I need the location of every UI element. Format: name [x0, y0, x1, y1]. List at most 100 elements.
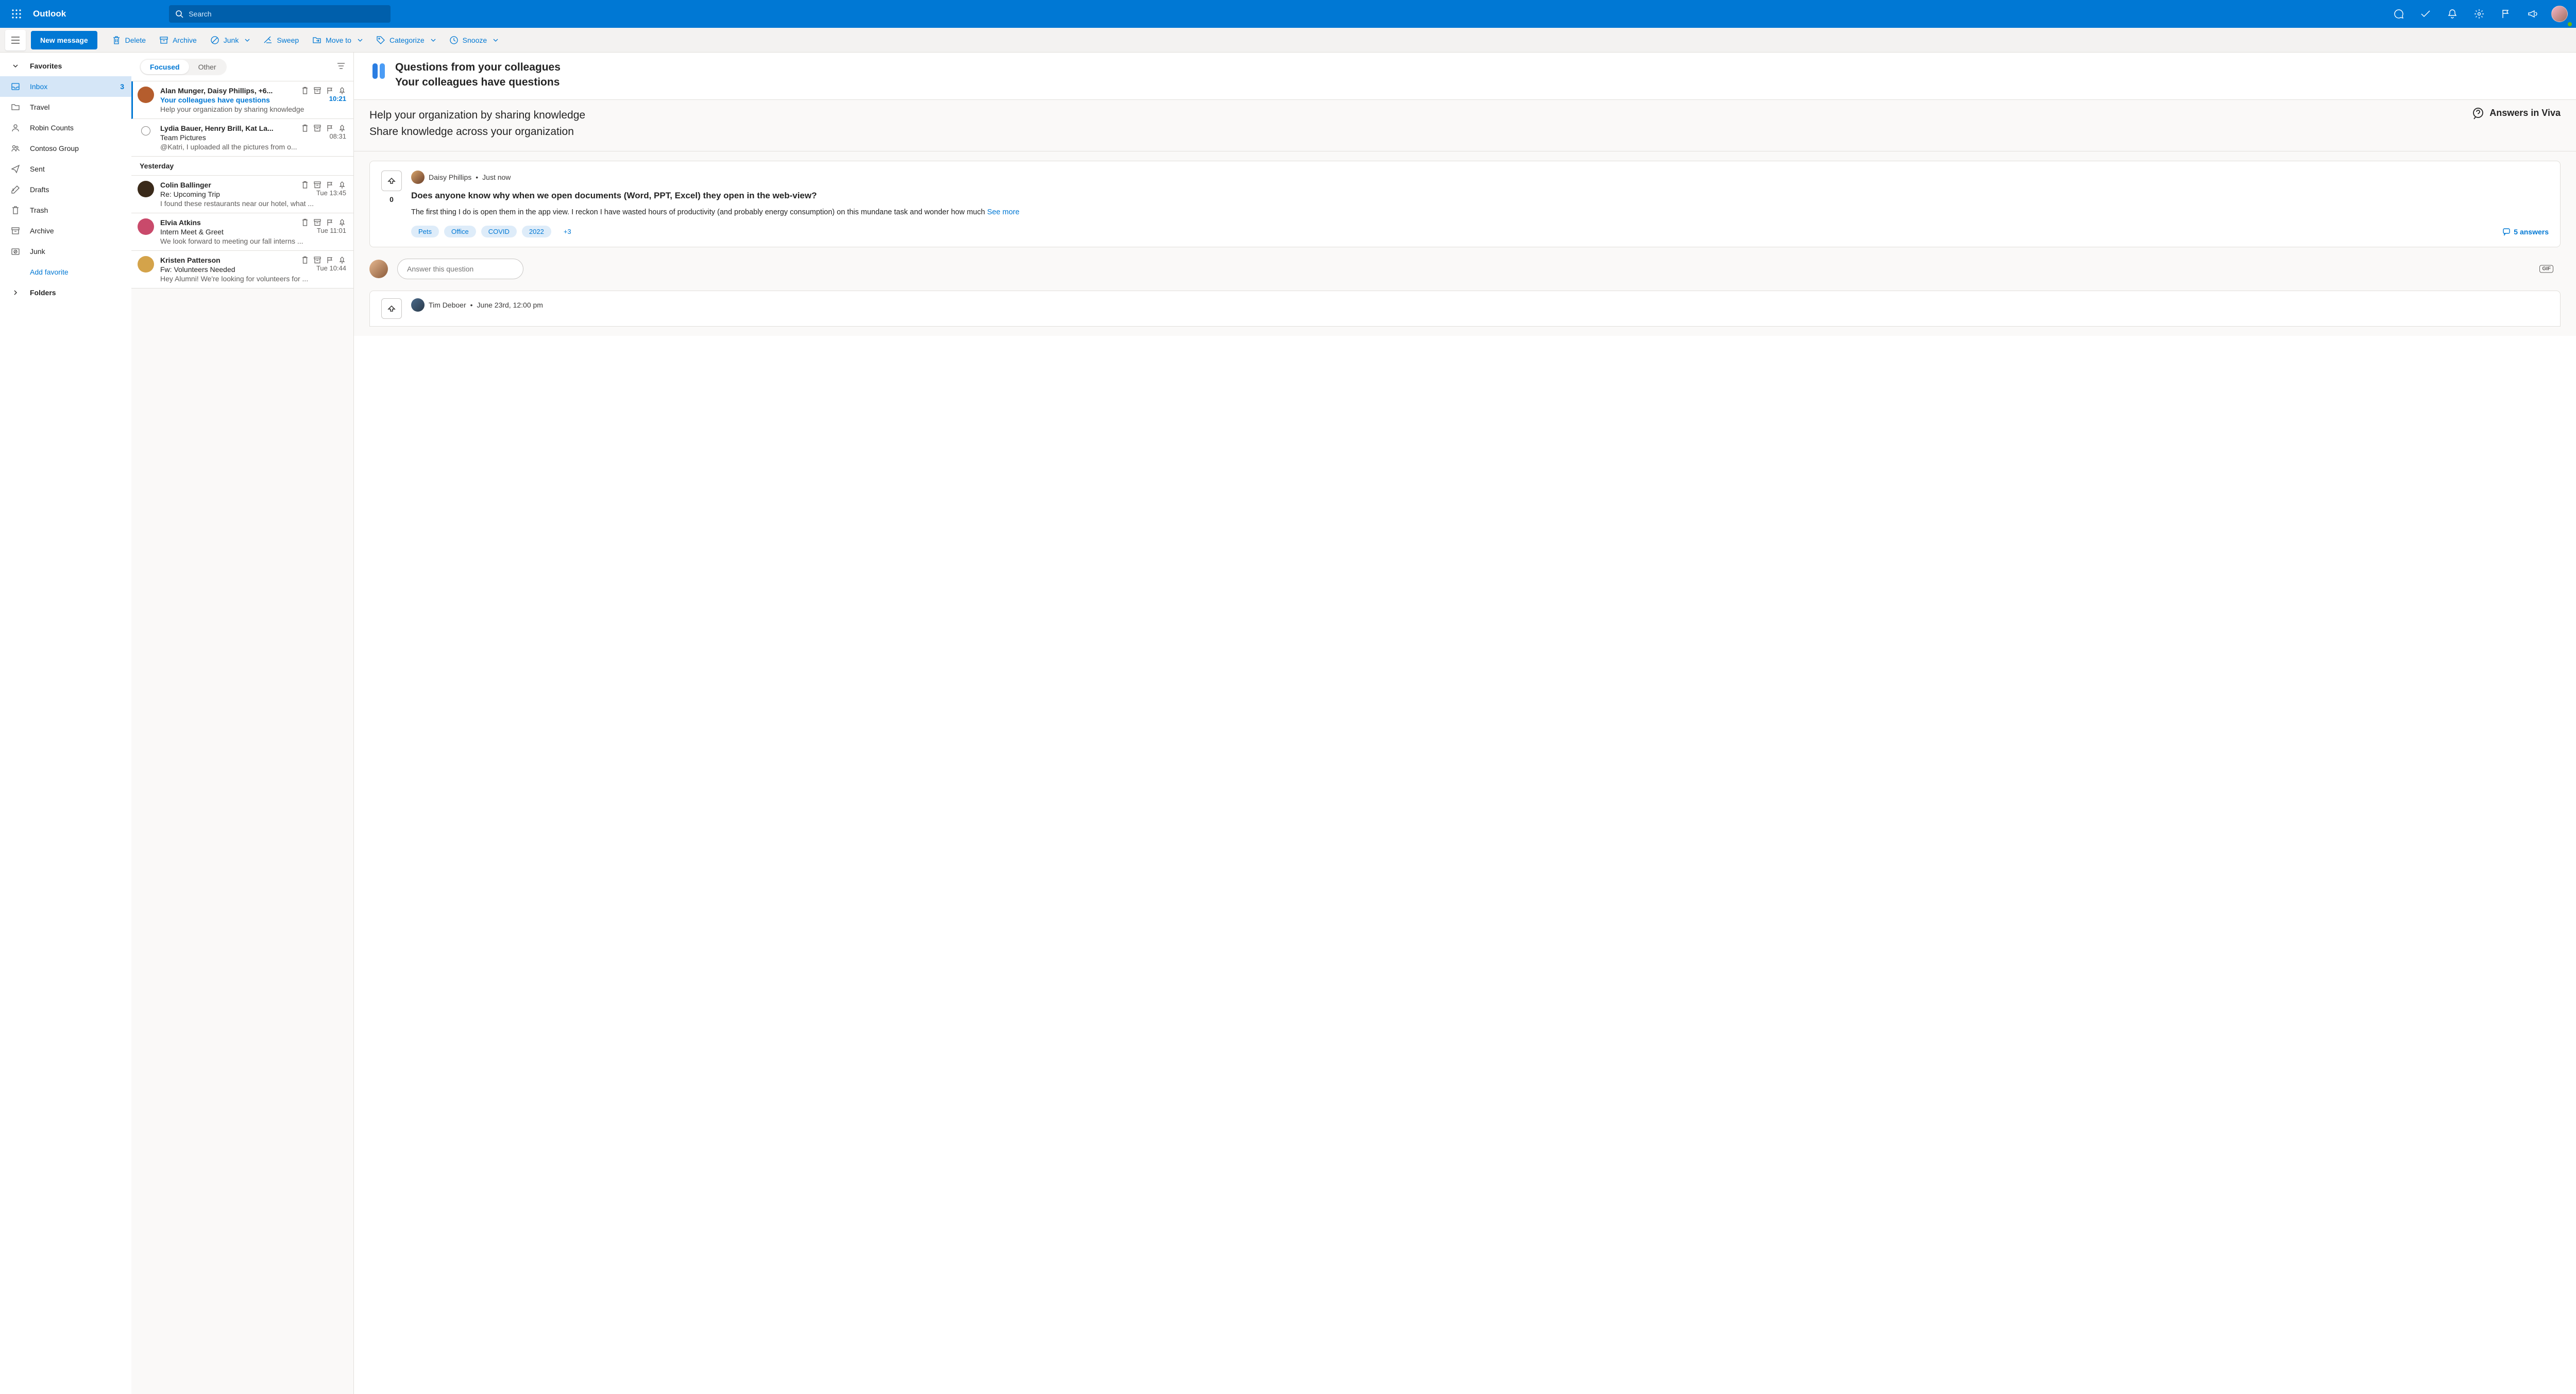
pin-icon[interactable]: [338, 218, 346, 227]
send-icon: [10, 164, 21, 174]
nav-trash[interactable]: Trash: [0, 200, 131, 220]
date-header: Yesterday: [131, 157, 353, 176]
pin-icon[interactable]: [338, 181, 346, 189]
message-item[interactable]: Colin Ballinger Re: Upcoming Trip Tue 13…: [131, 176, 353, 213]
junk-button[interactable]: Junk: [204, 31, 257, 49]
message-item[interactable]: Kristen Patterson Fw: Volunteers Needed …: [131, 251, 353, 288]
tag-more[interactable]: +3: [556, 226, 579, 237]
answers-count-link[interactable]: 5 answers: [2502, 228, 2549, 236]
delete-icon[interactable]: [301, 87, 309, 95]
answers-in-viva-link[interactable]: Answers in Viva: [2472, 107, 2561, 120]
search-icon: [175, 10, 183, 18]
message-preview: Hey Alumni! We're looking for volunteers…: [160, 275, 346, 283]
see-more-link[interactable]: See more: [987, 208, 1020, 216]
message-item[interactable]: Lydia Bauer, Henry Brill, Kat La... Team…: [131, 119, 353, 157]
nav-inbox[interactable]: Inbox3: [0, 76, 131, 97]
presence-indicator: [2567, 21, 2573, 27]
pin-icon[interactable]: [338, 256, 346, 264]
nav-sent[interactable]: Sent: [0, 159, 131, 179]
nav-archive[interactable]: Archive: [0, 220, 131, 241]
hamburger-icon[interactable]: [5, 30, 26, 50]
answer-input[interactable]: [397, 259, 523, 279]
message-subject: Team Pictures: [160, 133, 206, 142]
search-box[interactable]: [169, 5, 391, 23]
archive-icon[interactable]: [313, 218, 321, 227]
tag-2022[interactable]: 2022: [522, 226, 551, 237]
add-favorite-link[interactable]: Add favorite: [0, 262, 131, 282]
archive-icon[interactable]: [313, 87, 321, 95]
tag-office[interactable]: Office: [444, 226, 476, 237]
archive-icon[interactable]: [313, 124, 321, 132]
flag-icon[interactable]: [326, 256, 334, 264]
archive-button[interactable]: Archive: [153, 31, 203, 49]
header-right: [2386, 2, 2572, 26]
delete-icon[interactable]: [301, 181, 309, 189]
upvote-button[interactable]: [381, 171, 402, 191]
notifications-icon[interactable]: [2440, 2, 2465, 26]
todo-icon[interactable]: [2413, 2, 2438, 26]
question-card: Tim Deboer • June 23rd, 12:00 pm: [369, 291, 2561, 327]
tab-other[interactable]: Other: [189, 60, 226, 74]
delete-icon[interactable]: [301, 256, 309, 264]
unread-marker[interactable]: [141, 126, 150, 135]
flag-icon[interactable]: [326, 218, 334, 227]
flag-header-icon[interactable]: [2494, 2, 2518, 26]
archive-icon[interactable]: [313, 181, 321, 189]
tag-covid[interactable]: COVID: [481, 226, 517, 237]
chevron-down-icon: [10, 62, 21, 70]
flag-icon[interactable]: [326, 181, 334, 189]
app-name: Outlook: [33, 9, 66, 19]
post-time: June 23rd, 12:00 pm: [477, 301, 543, 309]
question-title: Does anyone know why when we open docume…: [411, 189, 2549, 202]
clock-icon: [449, 36, 459, 45]
message-from: Colin Ballinger: [160, 181, 298, 189]
nav-robin-counts[interactable]: Robin Counts: [0, 117, 131, 138]
new-message-button[interactable]: New message: [31, 31, 97, 49]
gif-button[interactable]: GIF: [2539, 265, 2553, 273]
delete-icon[interactable]: [301, 218, 309, 227]
person-icon: [10, 123, 21, 132]
snooze-button[interactable]: Snooze: [443, 31, 504, 49]
megaphone-icon[interactable]: [2520, 2, 2545, 26]
favorites-header[interactable]: Favorites: [0, 56, 131, 76]
flag-icon[interactable]: [326, 124, 334, 132]
nav-drafts[interactable]: Drafts: [0, 179, 131, 200]
chat-icon[interactable]: [2386, 2, 2411, 26]
tag-pets[interactable]: Pets: [411, 226, 439, 237]
move-to-button[interactable]: Move to: [306, 31, 369, 49]
message-from: Alan Munger, Daisy Phillips, +6...: [160, 87, 298, 95]
folders-header[interactable]: Folders: [0, 282, 131, 303]
author-avatar: [411, 298, 425, 312]
message-item[interactable]: Elvia Atkins Intern Meet & Greet Tue 11:…: [131, 213, 353, 251]
account-avatar[interactable]: [2547, 2, 2572, 26]
author-name: Daisy Phillips: [429, 173, 471, 181]
sender-avatar: [138, 181, 154, 197]
upvote-button[interactable]: [381, 298, 402, 319]
nav-contoso-group[interactable]: Contoso Group: [0, 138, 131, 159]
reading-title-1: Questions from your colleagues: [395, 60, 561, 75]
nav-junk[interactable]: Junk: [0, 241, 131, 262]
pin-icon[interactable]: [338, 87, 346, 95]
waffle-icon[interactable]: [4, 2, 29, 26]
nav-travel[interactable]: Travel: [0, 97, 131, 117]
chevron-down-icon: [358, 39, 363, 42]
archive-icon[interactable]: [313, 256, 321, 264]
app-header: Outlook: [0, 0, 2576, 28]
flag-icon[interactable]: [326, 87, 334, 95]
tab-focused[interactable]: Focused: [141, 60, 189, 74]
chevron-down-icon: [493, 39, 498, 42]
folder-nav: Favorites Inbox3 Travel Robin Counts Con…: [0, 53, 131, 1394]
categorize-button[interactable]: Categorize: [370, 31, 442, 49]
search-input[interactable]: [189, 10, 384, 18]
delete-button[interactable]: Delete: [106, 31, 152, 49]
archive-icon: [159, 36, 168, 45]
message-item[interactable]: Alan Munger, Daisy Phillips, +6... Your …: [131, 81, 353, 119]
pin-icon[interactable]: [338, 124, 346, 132]
filter-icon[interactable]: [337, 62, 345, 71]
message-from: Lydia Bauer, Henry Brill, Kat La...: [160, 124, 298, 132]
reading-subtitle-1: Help your organization by sharing knowle…: [369, 107, 585, 124]
sender-avatar: [138, 218, 154, 235]
delete-icon[interactable]: [301, 124, 309, 132]
settings-icon[interactable]: [2467, 2, 2492, 26]
sweep-button[interactable]: Sweep: [257, 31, 305, 49]
